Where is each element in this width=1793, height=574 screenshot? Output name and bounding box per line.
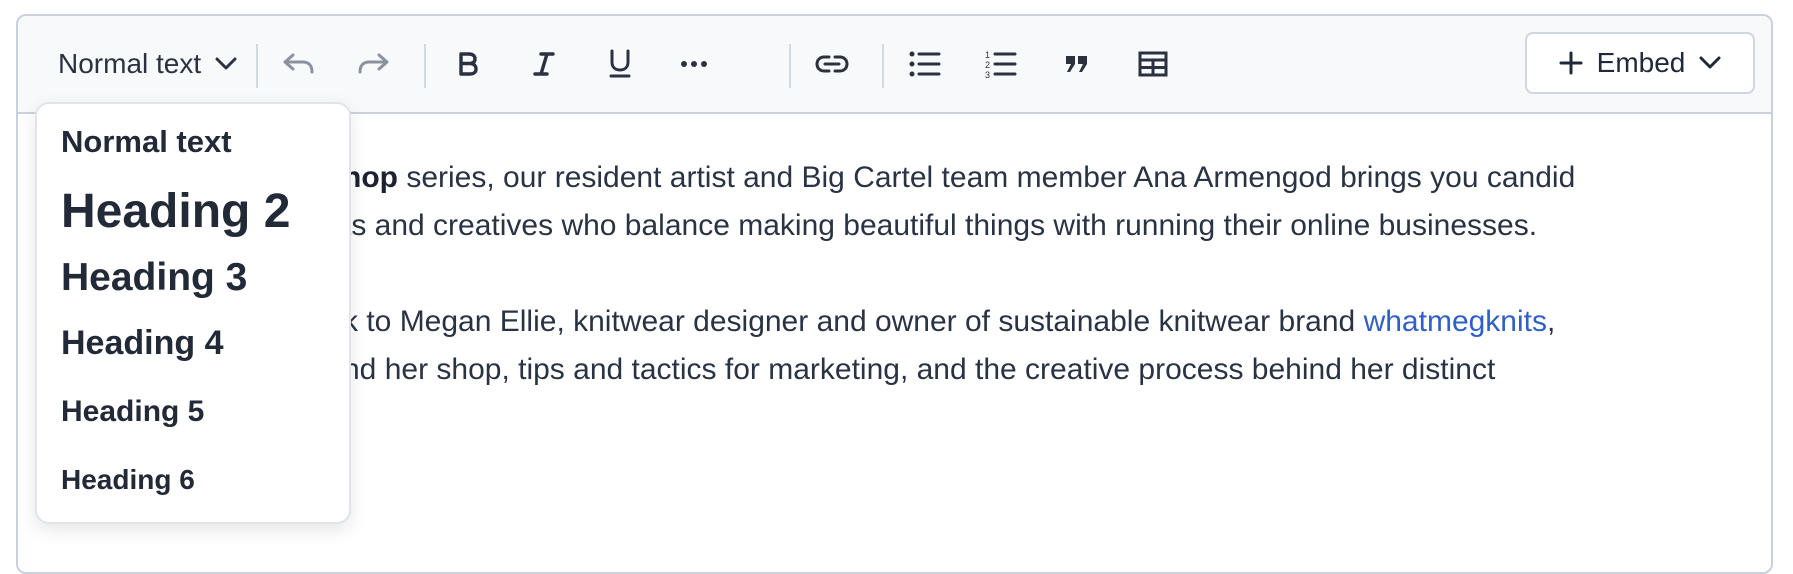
quote-icon xyxy=(1064,54,1090,74)
link-button[interactable] xyxy=(804,16,860,112)
toolbar-separator xyxy=(424,44,426,88)
paragraph-text: nd her shop, tips and tactics for market… xyxy=(343,353,1496,386)
dropdown-item-normal-text[interactable]: Normal text xyxy=(61,122,232,162)
paragraph-text: k to Megan Ellie, knitwear designer and … xyxy=(343,305,1364,338)
underline-button[interactable] xyxy=(592,16,648,112)
paragraph-text: ts and creatives who balance making beau… xyxy=(343,209,1538,242)
dropdown-item-heading-6[interactable]: Heading 6 xyxy=(61,462,195,498)
undo-icon xyxy=(281,52,315,76)
numbered-list-button[interactable]: 123 xyxy=(973,16,1029,112)
dropdown-item-heading-4[interactable]: Heading 4 xyxy=(61,322,223,364)
undo-button[interactable] xyxy=(270,16,326,112)
text-style-select[interactable]: Normal text xyxy=(58,16,278,112)
bulleted-list-icon xyxy=(909,51,941,77)
svg-text:1: 1 xyxy=(985,50,990,60)
redo-icon xyxy=(357,52,391,76)
toolbar-separator xyxy=(256,44,258,88)
paragraph-text: , xyxy=(1547,305,1556,338)
bold-text: hop xyxy=(343,161,398,194)
table-button[interactable] xyxy=(1125,16,1181,112)
redo-button[interactable] xyxy=(346,16,402,112)
bold-icon xyxy=(457,51,479,77)
toolbar-separator xyxy=(882,44,884,88)
numbered-list-icon: 123 xyxy=(985,50,1017,78)
link-icon xyxy=(815,53,849,75)
editor-toolbar: Normal text 1 2 3 Embed xyxy=(18,16,1771,114)
text-style-value: Normal text xyxy=(58,48,202,79)
chevron-down-icon xyxy=(215,57,237,71)
blockquote-button[interactable] xyxy=(1049,16,1105,112)
chevron-down-icon xyxy=(1699,56,1721,70)
svg-text:2: 2 xyxy=(985,60,990,70)
plus-icon xyxy=(1559,51,1583,75)
dropdown-item-heading-2[interactable]: Heading 2 xyxy=(61,184,290,240)
paragraph-text: series, our resident artist and Big Cart… xyxy=(397,161,1576,194)
text-style-dropdown: Normal text Heading 2 Heading 3 Heading … xyxy=(35,102,351,524)
italic-button[interactable] xyxy=(516,16,572,112)
more-horizontal-icon xyxy=(680,60,708,68)
bold-button[interactable] xyxy=(440,16,496,112)
dropdown-item-heading-3[interactable]: Heading 3 xyxy=(61,254,247,302)
more-button[interactable] xyxy=(666,16,722,112)
underline-icon xyxy=(608,49,632,79)
dropdown-item-heading-5[interactable]: Heading 5 xyxy=(61,393,204,431)
embed-label: Embed xyxy=(1596,47,1686,78)
whatmegknits-link[interactable]: whatmegknits xyxy=(1364,305,1547,338)
bulleted-list-button[interactable] xyxy=(897,16,953,112)
embed-button[interactable]: Embed xyxy=(1525,32,1755,94)
table-icon xyxy=(1138,51,1168,77)
toolbar-separator xyxy=(789,44,791,88)
italic-icon xyxy=(533,51,555,77)
svg-text:3: 3 xyxy=(985,70,990,78)
